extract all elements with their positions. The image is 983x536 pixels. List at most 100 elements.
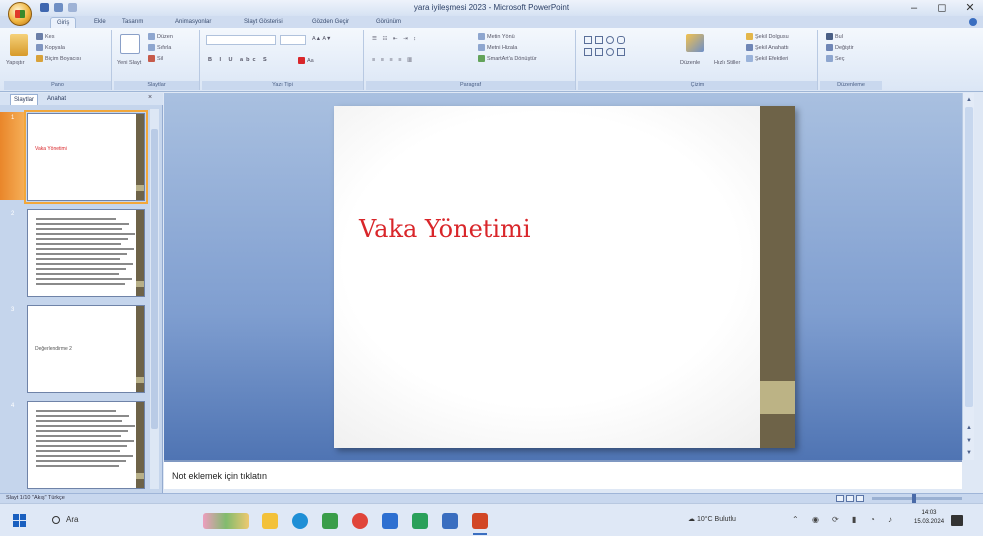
delete-button[interactable]: Sil — [148, 55, 163, 62]
shape-star-icon[interactable] — [606, 48, 614, 56]
shape-rectangle-icon[interactable] — [584, 36, 592, 44]
new-slide-button[interactable]: Yeni Slayt — [117, 60, 141, 66]
normal-view-icon[interactable] — [836, 495, 844, 502]
paste-button[interactable]: Yapıştır — [6, 60, 25, 66]
sorter-view-icon[interactable] — [846, 495, 854, 502]
scroll-down-icon[interactable]: ▼ — [964, 448, 974, 458]
vertical-scroll-thumb[interactable] — [965, 107, 973, 407]
office-button[interactable] — [8, 2, 32, 26]
tab-insert[interactable]: Ekle — [94, 17, 106, 28]
font-color-button[interactable]: Aa — [298, 57, 314, 64]
tab-design[interactable]: Tasarım — [122, 17, 143, 28]
shape-effects-button[interactable]: Şekil Efektleri — [746, 55, 788, 62]
maximize-button[interactable]: ◻ — [928, 0, 956, 16]
tab-home[interactable]: Giriş — [50, 17, 77, 28]
arrange-button[interactable]: Düzenle — [680, 60, 700, 66]
font-name-field[interactable] — [206, 35, 276, 45]
reset-button[interactable]: Sıfırla — [148, 44, 171, 51]
scroll-up-icon[interactable]: ▲ — [964, 95, 974, 105]
app-green-icon[interactable] — [412, 513, 428, 529]
shape-callout-icon[interactable] — [617, 48, 625, 56]
smartart-button[interactable]: SmartArt'a Dönüştür — [478, 55, 537, 62]
select-button[interactable]: Seç — [826, 55, 844, 62]
text-direction-button[interactable]: Metin Yönü — [478, 33, 515, 40]
shape-line-icon[interactable] — [595, 36, 603, 44]
shape-arrow-icon[interactable] — [595, 48, 603, 56]
shape-triangle-icon[interactable] — [584, 48, 592, 56]
group-editing: Bul Değiştir Seç Düzenleme — [820, 30, 882, 90]
slide-title[interactable]: Vaka Yönetimi — [359, 215, 531, 243]
powerpoint-icon[interactable] — [472, 513, 488, 529]
sync-icon[interactable]: ⟳ — [832, 515, 839, 524]
file-explorer-icon[interactable] — [262, 513, 278, 529]
shape-rounded-icon[interactable] — [617, 36, 625, 44]
wifi-icon[interactable]: ◔ — [870, 515, 875, 524]
volume-icon[interactable]: ♪ — [888, 515, 892, 524]
battery-icon[interactable]: ▮ — [852, 515, 856, 524]
slide-thumbnail-4[interactable] — [27, 401, 145, 489]
current-slide[interactable]: Vaka Yönetimi — [334, 106, 795, 448]
shape-outline-button[interactable]: Şekil Anahattı — [746, 44, 789, 51]
slides-pane: Slaytlar Anahat × 1 Vaka Yönetimi 2 3 De… — [0, 93, 163, 493]
font-color-icon — [298, 57, 305, 64]
paste-icon[interactable] — [10, 34, 28, 56]
slide-thumbnail-3[interactable]: Değerlendirme 2 — [27, 305, 145, 393]
align-buttons[interactable]: ≡ ≡ ≡ ≡ ▥ — [372, 57, 414, 63]
tab-outline-pane[interactable]: Anahat — [44, 94, 69, 105]
font-format-buttons[interactable]: B I U abc S — [208, 57, 270, 63]
notes-pane[interactable]: Not eklemek için tıklatın — [164, 460, 962, 489]
tray-chevron-icon[interactable]: ⌃ — [792, 515, 799, 524]
format-painter-button[interactable]: Biçim Boyacısı — [36, 55, 81, 62]
slide-thumbnail-2[interactable] — [27, 209, 145, 297]
edge-icon[interactable] — [292, 513, 308, 529]
pane-scroll-thumb[interactable] — [151, 129, 158, 429]
zoom-knob[interactable] — [912, 494, 916, 503]
shape-fill-button[interactable]: Şekil Dolgusu — [746, 33, 789, 40]
search-icon[interactable] — [52, 516, 60, 524]
thumb-bar — [136, 210, 144, 296]
clock[interactable]: 14:03 15.03.2024 — [914, 509, 944, 527]
grow-font-button[interactable]: A▲ A▼ — [312, 36, 331, 42]
help-icon[interactable] — [969, 18, 977, 26]
search-label[interactable]: Ara — [66, 515, 78, 524]
next-slide-icon[interactable]: ▼ — [964, 436, 974, 446]
copy-button[interactable]: Kopyala — [36, 44, 65, 51]
slideshow-view-icon[interactable] — [856, 495, 864, 502]
cut-button[interactable]: Kes — [36, 33, 54, 40]
tab-view[interactable]: Görünüm — [376, 17, 401, 28]
taskbar: Ara ☁ 10°C Bulutlu ⌃ ◉ ⟳ ▮ ◔ ♪ 14:03 15.… — [0, 503, 983, 536]
windows-start-icon[interactable] — [13, 514, 27, 528]
widget-decoration-icon[interactable] — [203, 513, 249, 529]
list-buttons[interactable]: ☰ ☷ ⇤ ⇥ ↕ — [372, 36, 418, 42]
pane-close-icon[interactable]: × — [148, 94, 152, 101]
find-button[interactable]: Bul — [826, 33, 843, 40]
pane-scrollbar[interactable] — [150, 109, 159, 489]
chrome-icon[interactable] — [322, 513, 338, 529]
notification-icon[interactable] — [951, 515, 963, 526]
align-text-button[interactable]: Metni Hizala — [478, 44, 517, 51]
vertical-scrollbar[interactable]: ▲ ▲ ▼ ▼ — [962, 93, 974, 460]
prev-slide-icon[interactable]: ▲ — [964, 423, 974, 433]
zoom-slider[interactable] — [872, 494, 962, 503]
snip-icon[interactable] — [352, 513, 368, 529]
delete-icon — [148, 55, 155, 62]
tab-review[interactable]: Gözden Geçir — [312, 17, 349, 28]
calculator-icon[interactable] — [442, 513, 458, 529]
replace-button[interactable]: Değiştir — [826, 44, 854, 51]
arrange-icon[interactable] — [686, 34, 704, 52]
weather-widget[interactable]: ☁ 10°C Bulutlu — [688, 515, 736, 523]
slide-thumbnail-1[interactable]: Vaka Yönetimi — [24, 110, 148, 204]
tab-slideshow[interactable]: Slayt Gösterisi — [244, 17, 283, 28]
layout-button[interactable]: Düzen — [148, 33, 173, 40]
quick-styles-button[interactable]: Hızlı Stiller — [714, 60, 740, 66]
close-button[interactable]: ✕ — [956, 0, 983, 16]
shape-oval-icon[interactable] — [606, 36, 614, 44]
tab-slides-pane[interactable]: Slaytlar — [10, 94, 39, 105]
new-slide-icon[interactable] — [120, 34, 140, 54]
group-paragraph: ☰ ☷ ⇤ ⇥ ↕ ≡ ≡ ≡ ≡ ▥ Metin Yönü Metni Hiz… — [366, 30, 576, 90]
app-blue-icon[interactable] — [382, 513, 398, 529]
network-icon[interactable]: ◉ — [812, 515, 819, 524]
minimize-button[interactable]: – — [900, 0, 928, 16]
tab-animations[interactable]: Animasyonlar — [175, 17, 211, 28]
font-size-field[interactable] — [280, 35, 306, 45]
